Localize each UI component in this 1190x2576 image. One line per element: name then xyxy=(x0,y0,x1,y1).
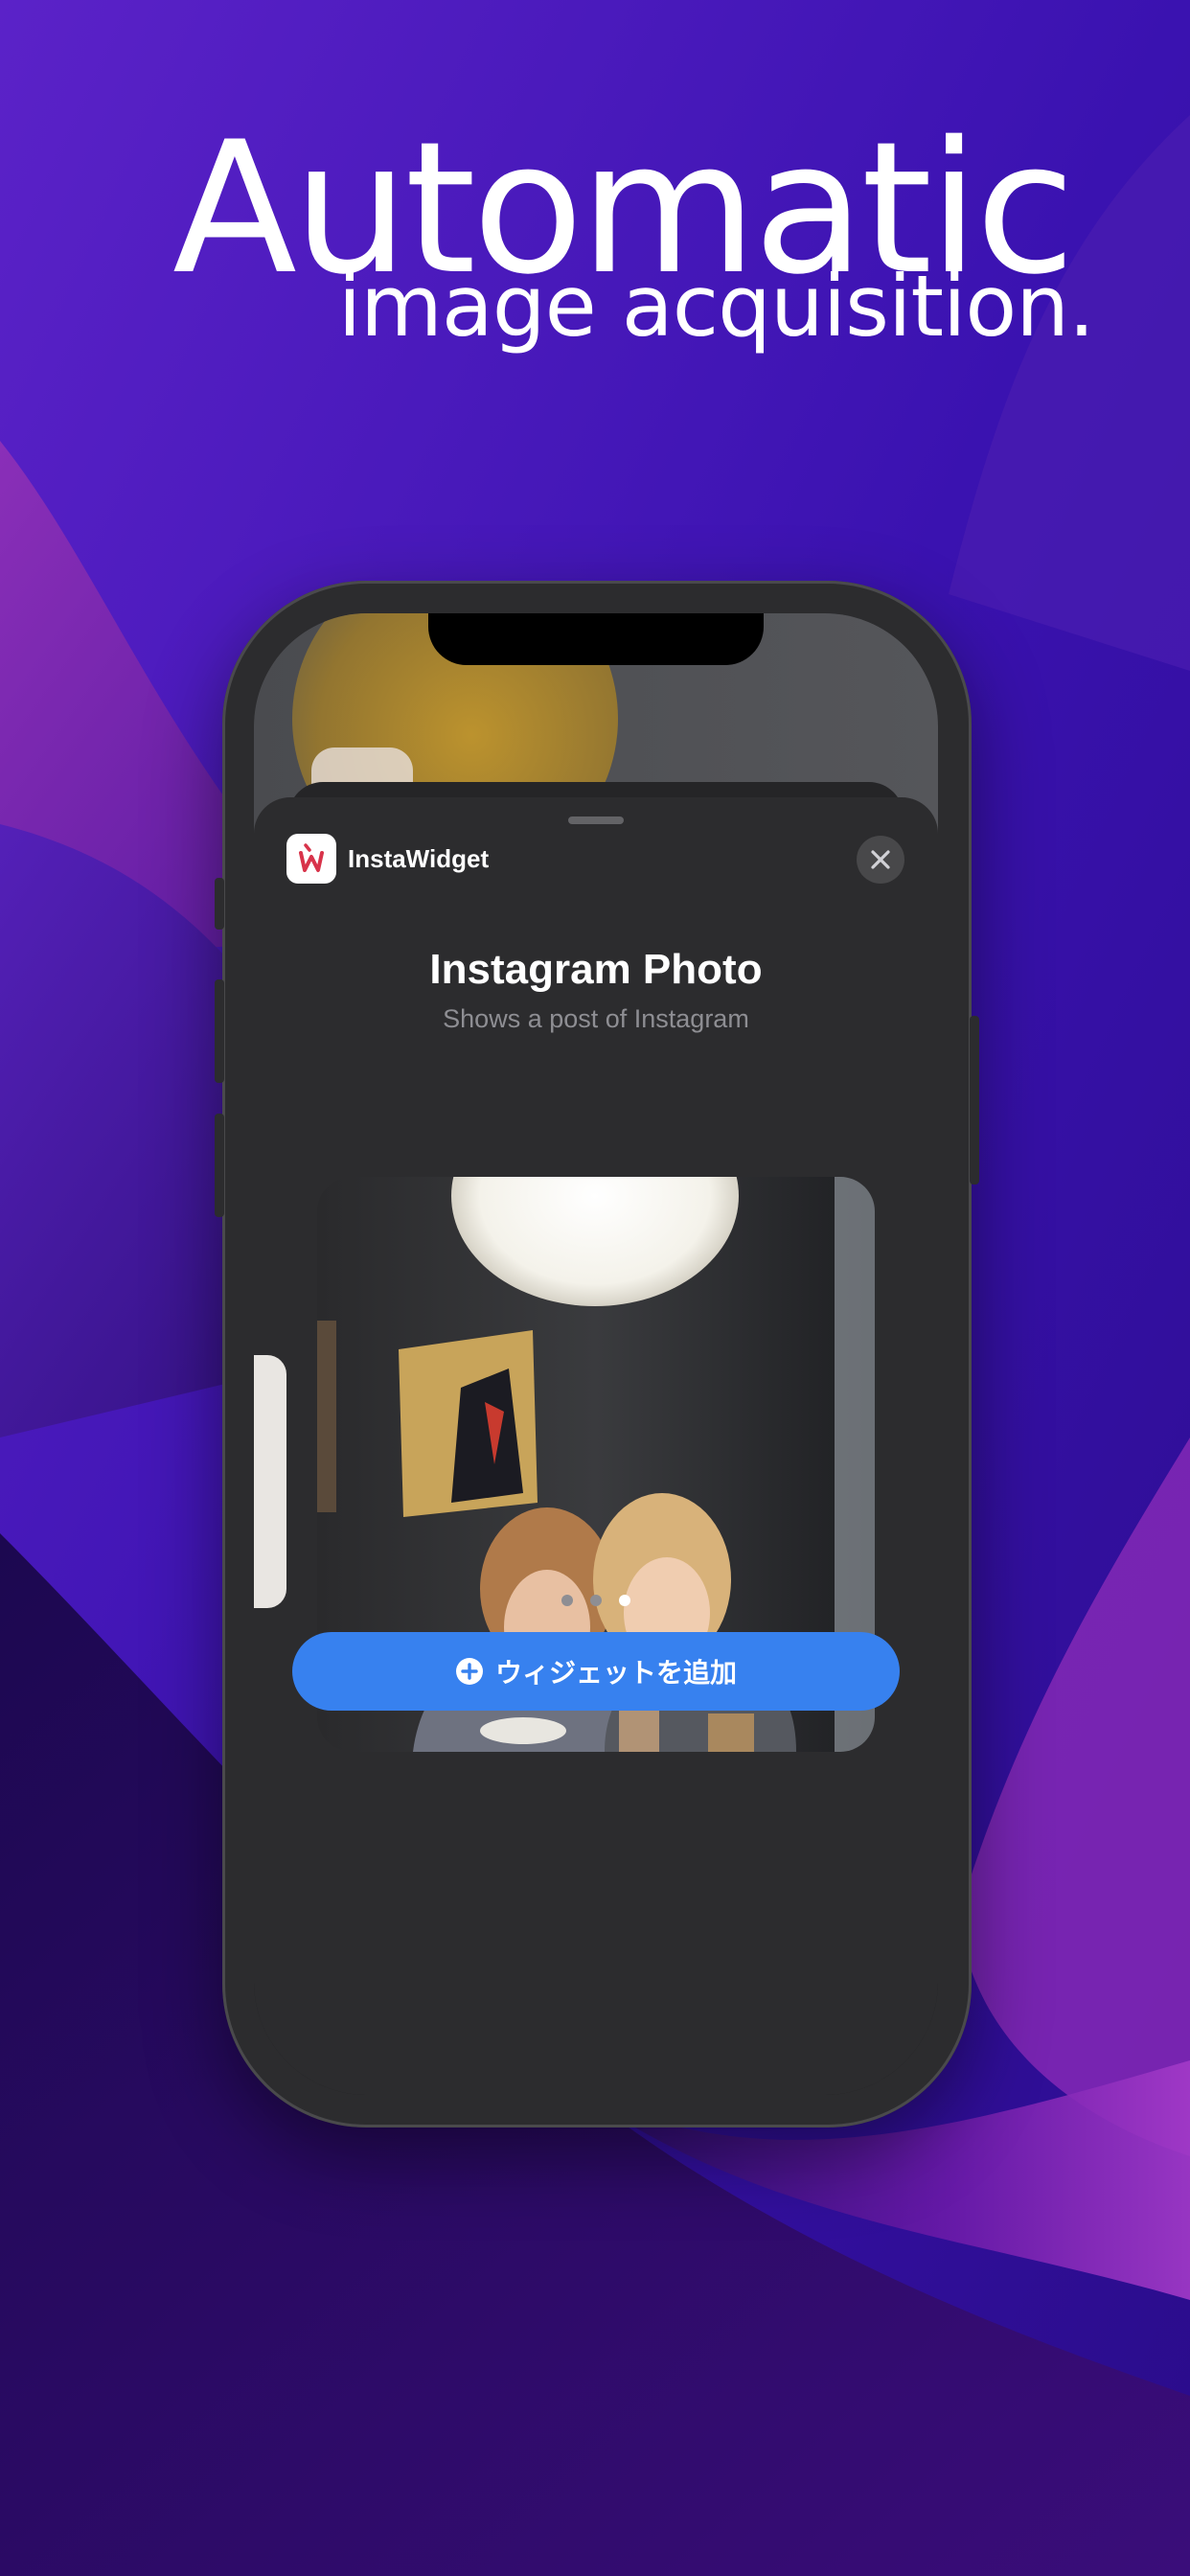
page-indicator[interactable] xyxy=(254,1595,938,1606)
phone-notch xyxy=(428,613,764,665)
app-name-label: InstaWidget xyxy=(348,844,490,873)
phone-silent-switch xyxy=(215,878,224,930)
add-widget-label: ウィジェットを追加 xyxy=(494,1658,737,1688)
phone-volume-down xyxy=(215,1114,224,1217)
widget-gallery-sheet: InstaWidget Instagram Photo Shows a post… xyxy=(254,797,938,2095)
page-dot-3-active[interactable] xyxy=(619,1595,630,1606)
previous-widget-preview[interactable] xyxy=(254,1355,286,1608)
page-dot-1[interactable] xyxy=(561,1595,573,1606)
phone-screen: InstaWidget Instagram Photo Shows a post… xyxy=(254,613,938,2095)
close-button[interactable] xyxy=(857,836,904,884)
add-widget-button[interactable]: ウィジェットを追加 xyxy=(292,1632,900,1711)
page-dot-2[interactable] xyxy=(590,1595,602,1606)
widget-description: Shows a post of Instagram xyxy=(443,1004,749,1033)
sheet-grabber[interactable] xyxy=(568,816,624,824)
phone-volume-up xyxy=(215,979,224,1083)
promo-headline-block: Automatic image acquisition. xyxy=(0,0,1190,383)
close-icon xyxy=(871,850,890,869)
promo-subheadline: image acquisition. xyxy=(337,257,1095,356)
widget-title: Instagram Photo xyxy=(429,946,763,993)
phone-power-button xyxy=(970,1016,979,1184)
plus-circle-icon xyxy=(455,1658,483,1685)
instawidget-logo-icon xyxy=(286,834,336,884)
